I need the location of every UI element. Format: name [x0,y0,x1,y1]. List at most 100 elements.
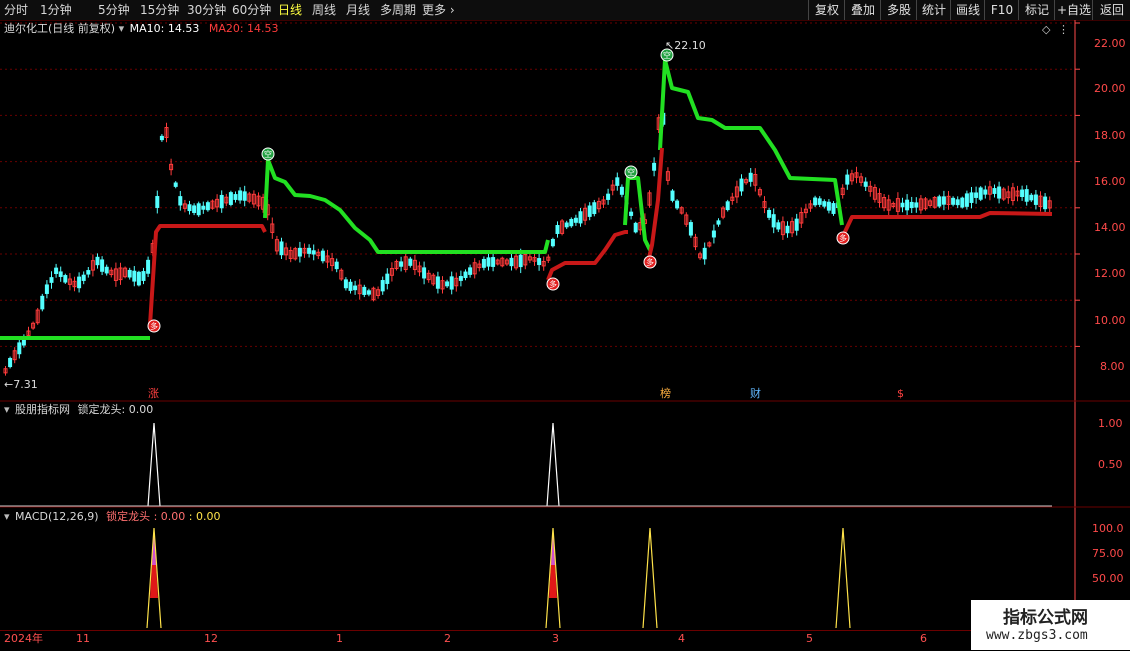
candle-down[interactable] [983,189,988,195]
candle-down[interactable] [909,201,914,209]
event-tag-dividend[interactable]: $ [897,387,904,401]
candle-down[interactable] [380,280,385,292]
candle-down[interactable] [178,196,183,206]
panel2-dropdown-icon[interactable]: ▾ [4,403,10,416]
candle-down[interactable] [748,172,753,182]
candle-down[interactable] [739,178,744,192]
candle-down[interactable] [518,254,523,268]
candle-down[interactable] [399,261,404,267]
panel3-dropdown-icon[interactable]: ▾ [4,510,10,523]
candle-down[interactable] [670,190,675,201]
candle-down[interactable] [449,276,454,290]
candle-down[interactable] [960,197,965,208]
candle-down[interactable] [228,192,233,205]
candle-down[interactable] [606,193,611,200]
candle-down[interactable] [86,270,91,275]
candle-down[interactable] [951,197,956,205]
candle-down[interactable] [491,257,496,267]
candle-down[interactable] [104,266,109,274]
candle-down[interactable] [863,181,868,187]
candle-down[interactable] [905,199,910,211]
candle-down[interactable] [785,225,790,234]
candle-down[interactable] [578,211,583,224]
candle-down[interactable] [725,201,730,211]
candle-down[interactable] [435,276,440,289]
candle-down[interactable] [40,295,45,310]
period-tab-month[interactable]: 月线 [346,2,370,18]
candle-down[interactable] [537,258,542,266]
candle-down[interactable] [136,271,141,286]
candle-down[interactable] [385,273,390,284]
panel3-name[interactable]: MACD(12,26,9) [15,510,99,523]
back-button[interactable]: 返回 [1092,0,1130,20]
candle-down[interactable] [348,281,353,291]
candle-down[interactable] [619,186,624,195]
candle-down[interactable] [173,182,178,187]
event-tag-bang[interactable]: 榜 [660,387,671,401]
candle-down[interactable] [992,188,997,194]
period-tab-1min[interactable]: 1分钟 [40,2,72,18]
candle-down[interactable] [58,271,63,277]
candle-down[interactable] [219,194,224,209]
candle-down[interactable] [63,275,68,283]
candle-down[interactable] [17,342,22,355]
period-tab-multi[interactable]: 多周期 [380,2,416,18]
candle-down[interactable] [550,238,555,247]
period-tab-day[interactable]: 日线 [278,2,302,18]
mark-button[interactable]: 标记 [1018,0,1055,20]
candle-down[interactable] [463,271,468,279]
candle-down[interactable] [366,290,371,295]
candle-down[interactable] [1020,189,1025,198]
candle-down[interactable] [279,241,284,256]
candle-down[interactable] [592,202,597,215]
candle-down[interactable] [486,257,491,267]
dropdown-icon[interactable]: ▾ [119,22,128,35]
candle-down[interactable] [1033,194,1038,205]
candle-down[interactable] [587,205,592,217]
candle-down[interactable] [688,222,693,236]
candle-down[interactable] [362,286,367,295]
period-tab-15min[interactable]: 15分钟 [140,2,179,18]
f10-button[interactable]: F10 [984,0,1019,20]
candle-down[interactable] [675,200,680,209]
candle-down[interactable] [132,270,137,282]
candle-down[interactable] [44,284,49,294]
panel2-name[interactable]: 股朋指标网 [15,403,70,416]
candle-down[interactable] [776,222,781,230]
candle-down[interactable] [334,261,339,270]
period-tab-fenshi[interactable]: 分时 [4,2,28,18]
candle-down[interactable] [817,198,822,205]
candle-down[interactable] [233,194,238,200]
candle-down[interactable] [969,192,974,203]
candle-down[interactable] [141,271,146,281]
candle-down[interactable] [146,259,151,274]
candle-down[interactable] [711,230,716,238]
candle-down[interactable] [422,267,427,279]
event-tag-cai[interactable]: 财 [750,387,761,401]
candle-down[interactable] [155,196,160,208]
stats-button[interactable]: 统计 [916,0,951,20]
candle-down[interactable] [159,135,164,141]
candle-down[interactable] [629,211,634,216]
candle-down[interactable] [242,191,247,201]
candle-down[interactable] [826,201,831,211]
diamond-icon[interactable]: ◇ [1042,23,1050,36]
candle-down[interactable] [49,277,54,283]
candle-down[interactable] [238,190,243,201]
candle-down[interactable] [716,220,721,225]
candle-down[interactable] [964,193,969,207]
fuquan-button[interactable]: 复权 [808,0,845,20]
candle-down[interactable] [445,281,450,287]
candle-down[interactable] [767,209,772,218]
period-tab-more[interactable]: 更多 › [422,2,455,18]
candle-down[interactable] [771,214,776,228]
candle-down[interactable] [127,269,132,278]
candle-down[interactable] [297,247,302,257]
candle-down[interactable] [845,174,850,185]
candle-down[interactable] [974,192,979,198]
candle-down[interactable] [900,202,905,208]
candle-down[interactable] [481,258,486,268]
period-tab-week[interactable]: 周线 [312,2,336,18]
candle-down[interactable] [320,250,325,262]
candle-down[interactable] [633,222,638,233]
